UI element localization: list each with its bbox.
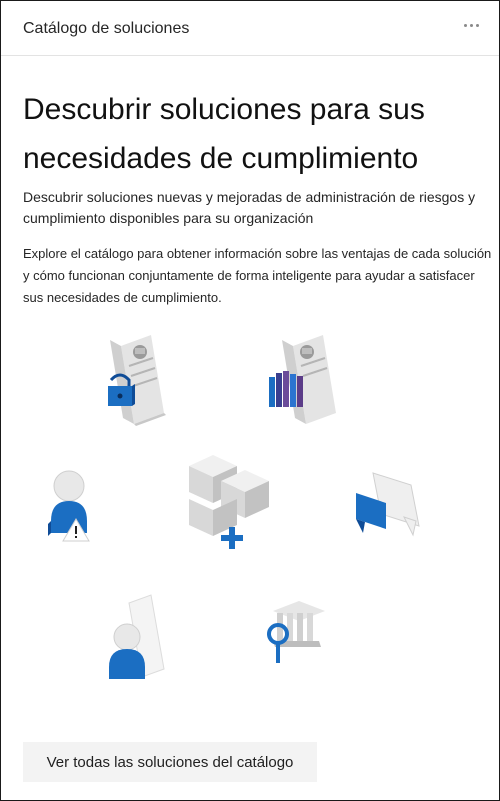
ellipsis-icon bbox=[463, 23, 467, 27]
cubes-plus-icon bbox=[189, 455, 269, 549]
hero-title: Descubrir soluciones para sus necesidade… bbox=[23, 93, 425, 175]
ellipsis-dot bbox=[475, 23, 479, 27]
document-books-icon bbox=[269, 335, 336, 424]
solutions-illustration bbox=[48, 335, 420, 679]
document-lock-icon bbox=[108, 335, 166, 426]
ellipsis-dot bbox=[469, 23, 473, 27]
building-search-icon bbox=[267, 601, 325, 663]
solutions-catalog-card: Catálogo de soluciones Descubrir solucio… bbox=[0, 0, 500, 801]
chat-bubbles-icon bbox=[356, 472, 420, 537]
more-options-button[interactable] bbox=[459, 15, 483, 35]
person-warning-icon bbox=[48, 470, 90, 542]
person-document-icon bbox=[109, 594, 165, 679]
card-title: Catálogo de soluciones bbox=[23, 20, 190, 37]
card-header: Catálogo de soluciones bbox=[1, 1, 499, 56]
view-all-solutions-button[interactable]: Ver todas las soluciones del catálogo bbox=[23, 742, 317, 782]
hero-subtitle: Descubrir soluciones nuevas y mejoradas … bbox=[23, 189, 476, 226]
hero-description: Explore el catálogo para obtener informa… bbox=[23, 246, 492, 305]
